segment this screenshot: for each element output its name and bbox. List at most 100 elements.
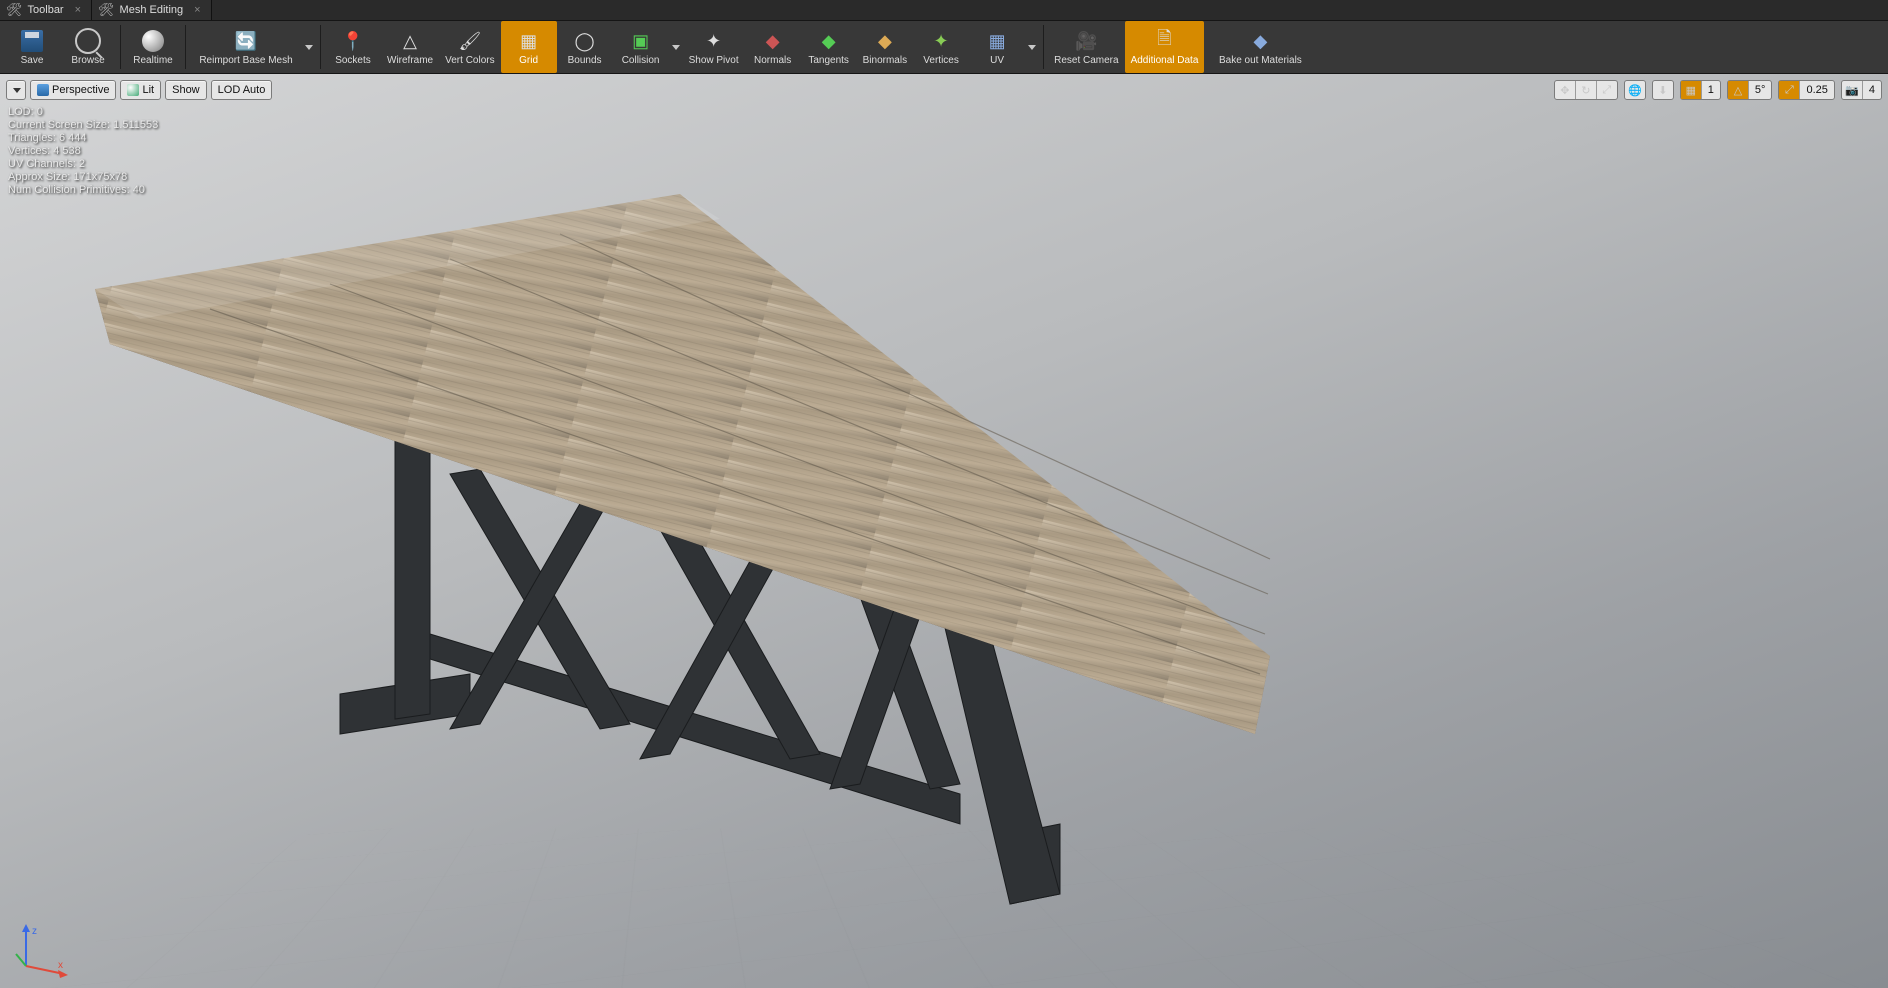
show-label: Show: [172, 84, 200, 96]
close-icon[interactable]: ×: [194, 4, 200, 16]
coord-space-group: 🌐: [1624, 80, 1646, 100]
separator: [120, 25, 121, 69]
stat-uv-channels: UV Channels: 2: [8, 158, 158, 171]
tangents-icon: ◆: [818, 30, 840, 52]
viewport-options-dropdown[interactable]: [6, 80, 26, 100]
sphere-icon: [142, 30, 164, 52]
reimport-icon: 🔄: [235, 30, 257, 52]
world-coord-button[interactable]: 🌐: [1625, 81, 1645, 99]
pivot-icon: ✦: [703, 30, 725, 52]
camera-speed-value[interactable]: 4: [1863, 84, 1881, 96]
bounds-button[interactable]: ◯Bounds: [557, 21, 613, 73]
move-gizmo-button[interactable]: ✥: [1555, 81, 1576, 99]
stat-triangles: Triangles: 6 444: [8, 132, 158, 145]
scale-gizmo-button[interactable]: ⤢: [1597, 81, 1617, 99]
stat-lod: LOD: 0: [8, 106, 158, 119]
grid-snap-value[interactable]: 1: [1702, 84, 1720, 96]
tab-label: Mesh Editing: [120, 4, 184, 16]
vertices-icon: ✦: [930, 30, 952, 52]
binormals-button[interactable]: ◆Binormals: [857, 21, 913, 73]
show-dropdown[interactable]: Show: [165, 80, 207, 100]
axis-gizmo: z x: [14, 924, 68, 978]
close-icon[interactable]: ×: [75, 4, 81, 16]
stat-vertices: Vertices: 4 538: [8, 145, 158, 158]
axis-z-label: z: [32, 926, 37, 937]
surface-snap-button[interactable]: ⬇: [1653, 81, 1673, 99]
scale-snap-value[interactable]: 0.25: [1800, 84, 1833, 96]
viewport-controls-left: Perspective Lit Show LOD Auto: [6, 80, 272, 100]
vert-colors-button[interactable]: 🖌Vert Colors: [439, 21, 500, 73]
reset-camera-button[interactable]: 🎥Reset Camera: [1048, 21, 1124, 73]
separator: [320, 25, 321, 69]
scale-snap-toggle[interactable]: ⤢: [1779, 81, 1800, 99]
angle-snap-group: △ 5°: [1727, 80, 1773, 100]
stat-approx-size: Approx Size: 171x75x78: [8, 171, 158, 184]
uv-icon: ▦: [986, 30, 1008, 52]
rotate-icon: ↻: [1581, 84, 1590, 97]
brush-icon: 🖌: [459, 30, 481, 52]
stat-screen-size: Current Screen Size: 1.511553: [8, 119, 158, 132]
camera-speed-group: 📷 4: [1841, 80, 1882, 100]
data-icon: 🗎: [1153, 30, 1175, 52]
angle-snap-icon: △: [1734, 84, 1742, 97]
vertices-button[interactable]: ✦Vertices: [913, 21, 969, 73]
mesh-preview: [0, 74, 1888, 988]
collision-button[interactable]: ▣Collision: [613, 21, 669, 73]
grid-button[interactable]: ▦Grid: [501, 21, 557, 73]
lit-label: Lit: [142, 84, 154, 96]
axis-x-label: x: [58, 960, 63, 971]
additional-data-button[interactable]: 🗎Additional Data: [1125, 21, 1205, 73]
perspective-label: Perspective: [52, 84, 109, 96]
socket-icon: 📍: [342, 30, 364, 52]
show-pivot-button[interactable]: ✦Show Pivot: [683, 21, 745, 73]
camera-speed-icon: 📷: [1845, 84, 1859, 97]
scale-icon: ⤢: [1602, 84, 1611, 97]
move-icon: ✥: [1560, 84, 1569, 97]
tab-mesh-editing[interactable]: 🛠 Mesh Editing ×: [92, 0, 212, 20]
reimport-dropdown[interactable]: [302, 23, 316, 71]
transform-gizmo-group: ✥ ↻ ⤢: [1554, 80, 1618, 100]
tangents-button[interactable]: ◆Tangents: [801, 21, 857, 73]
grid-snap-icon: ▦: [1686, 84, 1696, 97]
snap-icon: ⬇: [1658, 84, 1667, 97]
tab-label: Toolbar: [28, 4, 64, 16]
mesh-stats: LOD: 0 Current Screen Size: 1.511553 Tri…: [8, 106, 158, 197]
sockets-button[interactable]: 📍Sockets: [325, 21, 381, 73]
realtime-button[interactable]: Realtime: [125, 21, 181, 73]
globe-icon: 🌐: [1628, 84, 1642, 97]
bake-materials-button[interactable]: ◆Bake out Materials: [1204, 21, 1316, 73]
grid-snap-toggle[interactable]: ▦: [1681, 81, 1702, 99]
wrench-icon: 🛠: [6, 2, 23, 18]
wireframe-button[interactable]: △Wireframe: [381, 21, 439, 73]
angle-snap-value[interactable]: 5°: [1749, 84, 1772, 96]
camera-speed-button[interactable]: 📷: [1842, 81, 1863, 99]
grid-snap-group: ▦ 1: [1680, 80, 1721, 100]
uv-button[interactable]: ▦UV: [969, 21, 1025, 73]
magnifier-icon: [75, 28, 101, 54]
viewport-controls-right: ✥ ↻ ⤢ 🌐 ⬇ ▦ 1 △ 5° ⤢ 0.25 📷 4: [1554, 80, 1882, 100]
bake-icon: ◆: [1249, 30, 1271, 52]
scale-snap-group: ⤢ 0.25: [1778, 80, 1834, 100]
separator: [185, 25, 186, 69]
collision-icon: ▣: [630, 30, 652, 52]
normals-icon: ◆: [762, 30, 784, 52]
bounds-icon: ◯: [574, 30, 596, 52]
lod-label: LOD Auto: [218, 84, 266, 96]
wireframe-icon: △: [399, 30, 421, 52]
lit-dropdown[interactable]: Lit: [120, 80, 161, 100]
lod-dropdown[interactable]: LOD Auto: [211, 80, 273, 100]
normals-button[interactable]: ◆Normals: [745, 21, 801, 73]
angle-snap-toggle[interactable]: △: [1728, 81, 1749, 99]
uv-dropdown[interactable]: [1025, 23, 1039, 71]
viewport[interactable]: Perspective Lit Show LOD Auto LOD: 0 Cur…: [0, 74, 1888, 988]
collision-dropdown[interactable]: [669, 23, 683, 71]
save-button[interactable]: Save: [4, 21, 60, 73]
browse-button[interactable]: Browse: [60, 21, 116, 73]
tab-toolbar[interactable]: 🛠 Toolbar ×: [0, 0, 92, 20]
perspective-dropdown[interactable]: Perspective: [30, 80, 116, 100]
separator: [1043, 25, 1044, 69]
stat-collision-prims: Num Collision Primitives: 40: [8, 184, 158, 197]
reimport-button[interactable]: 🔄Reimport Base Mesh: [190, 21, 302, 73]
rotate-gizmo-button[interactable]: ↻: [1576, 81, 1597, 99]
surface-snap-group: ⬇: [1652, 80, 1674, 100]
